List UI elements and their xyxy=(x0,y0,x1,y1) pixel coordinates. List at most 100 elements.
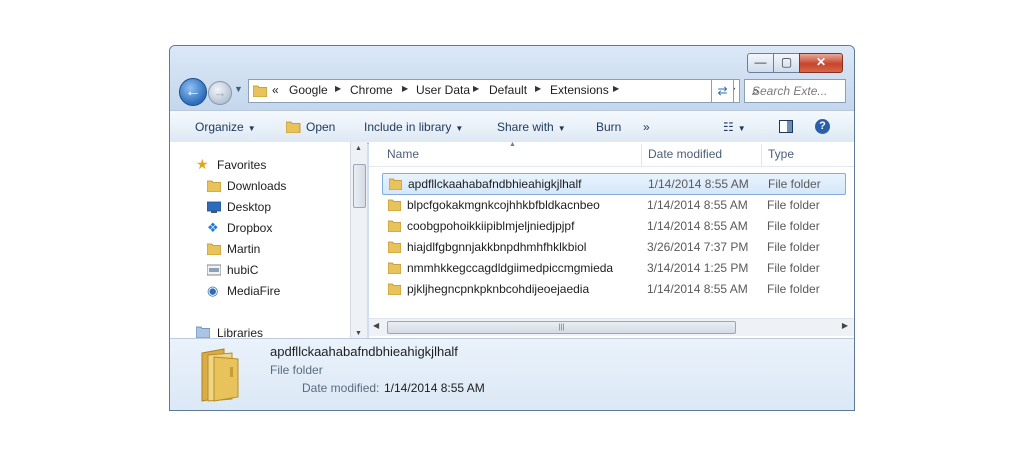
downloads-folder-icon xyxy=(207,180,221,192)
navigation-pane: ★ Favorites Downloads Desktop ❖ Dropbox … xyxy=(170,142,366,340)
nav-item-hubic[interactable]: hubiC xyxy=(227,263,258,277)
breadcrumb-default[interactable]: Default xyxy=(489,83,527,97)
nav-pane-scrollbar[interactable]: ▲ ▼ xyxy=(350,142,367,340)
file-type: File folder xyxy=(767,240,820,254)
organize-button[interactable]: Organize ▼ xyxy=(195,120,256,134)
breadcrumb-overflow[interactable]: « xyxy=(272,83,279,97)
details-pane: apdfllckaahabafndbhieahigkjlhalf File fo… xyxy=(170,338,854,410)
breadcrumb-google[interactable]: Google xyxy=(289,83,328,97)
dropbox-icon: ❖ xyxy=(207,220,219,235)
search-box[interactable]: Search Exte... ⌕ xyxy=(744,79,846,103)
back-button[interactable]: ← xyxy=(179,78,207,106)
file-name: nmmhkkegccagdldgiimedpiccmgmieda xyxy=(407,261,614,275)
file-type: File folder xyxy=(768,177,821,191)
file-date: 1/14/2014 8:55 AM xyxy=(648,177,749,191)
help-button[interactable]: ? xyxy=(815,118,830,134)
file-row[interactable]: pjkljhegncpnkpknbcohdijeoejaedia 1/14/20… xyxy=(382,279,844,299)
details-file-name: apdfllckaahabafndbhieahigkjlhalf xyxy=(270,344,458,359)
folder-icon xyxy=(253,85,267,97)
file-row[interactable]: nmmhkkegccagdldgiimedpiccmgmieda 3/14/20… xyxy=(382,258,844,278)
nav-item-downloads[interactable]: Downloads xyxy=(227,179,286,193)
file-name: blpcfgokakmgnkcojhhkbfbldkacnbeo xyxy=(407,198,600,212)
scroll-up-icon[interactable]: ▲ xyxy=(355,145,362,152)
column-header-type[interactable]: Type xyxy=(768,147,794,161)
file-name: pjkljhegncpnkpknbcohdijeoejaedia xyxy=(407,282,590,296)
column-divider[interactable] xyxy=(761,144,762,166)
file-type: File folder xyxy=(767,282,820,296)
address-bar[interactable]: « Google ▶ Chrome ▶ User Data ▶ Default … xyxy=(248,79,740,103)
recent-pages-dropdown[interactable]: ▼ xyxy=(234,84,243,94)
details-date-label: Date modified: xyxy=(302,381,380,395)
search-icon[interactable]: ⌕ xyxy=(752,83,840,99)
folder-icon xyxy=(388,199,401,211)
hubic-drive-icon xyxy=(207,264,221,276)
file-name: coobgpohoikkiipiblmjeljniedjpjpf xyxy=(407,219,575,233)
scroll-down-icon[interactable]: ▼ xyxy=(355,330,362,337)
nav-item-mediafire[interactable]: MediaFire xyxy=(227,284,280,298)
breadcrumb-chevron-icon[interactable]: ▶ xyxy=(613,84,619,93)
nav-scrollbar-thumb[interactable] xyxy=(353,164,366,208)
chevron-down-icon: ▼ xyxy=(455,124,464,133)
title-bar: — ▢ ✕ ← → ▼ « Google ▶ Chrome ▶ User Dat… xyxy=(170,46,854,114)
details-date-value: 1/14/2014 8:55 AM xyxy=(384,381,485,395)
minimize-button[interactable]: — xyxy=(747,53,774,73)
chevron-down-icon: ▼ xyxy=(247,124,256,133)
folder-icon xyxy=(388,220,401,232)
breadcrumb-chevron-icon[interactable]: ▶ xyxy=(473,84,479,93)
column-headers: ▲ Name Date modified Type xyxy=(369,142,854,167)
more-commands-button[interactable]: » xyxy=(643,120,650,134)
file-row[interactable]: blpcfgokakmgnkcojhhkbfbldkacnbeo 1/14/20… xyxy=(382,195,844,215)
file-row[interactable]: coobgpohoikkiipiblmjeljniedjpjpf 1/14/20… xyxy=(382,216,844,236)
maximize-button[interactable]: ▢ xyxy=(773,53,800,73)
back-arrow-icon: ← xyxy=(185,83,201,100)
breadcrumb-chevron-icon[interactable]: ▶ xyxy=(335,84,341,93)
preview-pane-icon xyxy=(779,120,793,133)
breadcrumb-user-data[interactable]: User Data xyxy=(416,83,470,97)
column-divider[interactable] xyxy=(641,144,642,166)
martin-folder-icon xyxy=(207,243,221,255)
file-row[interactable]: hiajdlfgbgnnjakkbnpdhmhfhklkbiol 3/26/20… xyxy=(382,237,844,257)
file-date: 1/14/2014 8:55 AM xyxy=(647,198,748,212)
horizontal-scrollbar[interactable]: ◀ ||| ▶ xyxy=(369,318,854,336)
view-list-icon: ☷ xyxy=(723,120,734,134)
nav-favorites[interactable]: Favorites xyxy=(217,158,266,172)
scroll-left-icon[interactable]: ◀ xyxy=(373,321,379,330)
preview-pane-button[interactable] xyxy=(779,120,793,136)
folder-icon xyxy=(389,178,402,190)
close-button[interactable]: ✕ xyxy=(799,53,843,73)
column-header-date-modified[interactable]: Date modified xyxy=(648,147,722,161)
horizontal-scrollbar-thumb[interactable]: ||| xyxy=(387,321,736,334)
chevron-down-icon: ▼ xyxy=(737,124,746,133)
desktop-icon xyxy=(207,201,221,213)
breadcrumb-chevron-icon[interactable]: ▶ xyxy=(402,84,408,93)
file-row[interactable]: apdfllckaahabafndbhieahigkjlhalf 1/14/20… xyxy=(382,173,846,195)
details-file-type: File folder xyxy=(270,363,323,377)
help-icon: ? xyxy=(815,119,830,134)
command-bar: Organize ▼ Open Include in library ▼ Share… xyxy=(170,110,854,144)
breadcrumb-chrome[interactable]: Chrome xyxy=(350,83,393,97)
sort-ascending-icon: ▲ xyxy=(509,142,516,148)
column-header-name[interactable]: Name xyxy=(387,147,419,161)
change-view-button[interactable]: ☷ ▼ xyxy=(723,120,746,134)
burn-button[interactable]: Burn xyxy=(596,120,621,134)
refresh-icon: ⇄ xyxy=(717,84,728,98)
large-folder-icon xyxy=(201,348,239,402)
file-date: 3/26/2014 7:37 PM xyxy=(647,240,749,254)
include-in-library-button[interactable]: Include in library ▼ xyxy=(364,120,463,134)
chevron-down-icon: ▼ xyxy=(557,124,566,133)
forward-button[interactable]: → xyxy=(208,81,232,105)
mediafire-icon: ◉ xyxy=(207,283,219,298)
breadcrumb-chevron-icon[interactable]: ▶ xyxy=(535,84,541,93)
breadcrumb-extensions[interactable]: Extensions xyxy=(550,83,609,97)
file-type: File folder xyxy=(767,261,820,275)
file-name: apdfllckaahabafndbhieahigkjlhalf xyxy=(408,177,582,191)
nav-item-dropbox[interactable]: Dropbox xyxy=(227,221,272,235)
refresh-button[interactable]: ⇄ xyxy=(711,79,734,103)
open-button[interactable]: Open xyxy=(285,120,335,134)
file-name: hiajdlfgbgnnjakkbnpdhmhfhklkbiol xyxy=(407,240,587,254)
nav-item-martin[interactable]: Martin xyxy=(227,242,260,256)
file-date: 3/14/2014 1:25 PM xyxy=(647,261,749,275)
nav-item-desktop[interactable]: Desktop xyxy=(227,200,271,214)
share-with-button[interactable]: Share with ▼ xyxy=(497,120,566,134)
scroll-right-icon[interactable]: ▶ xyxy=(842,321,848,330)
